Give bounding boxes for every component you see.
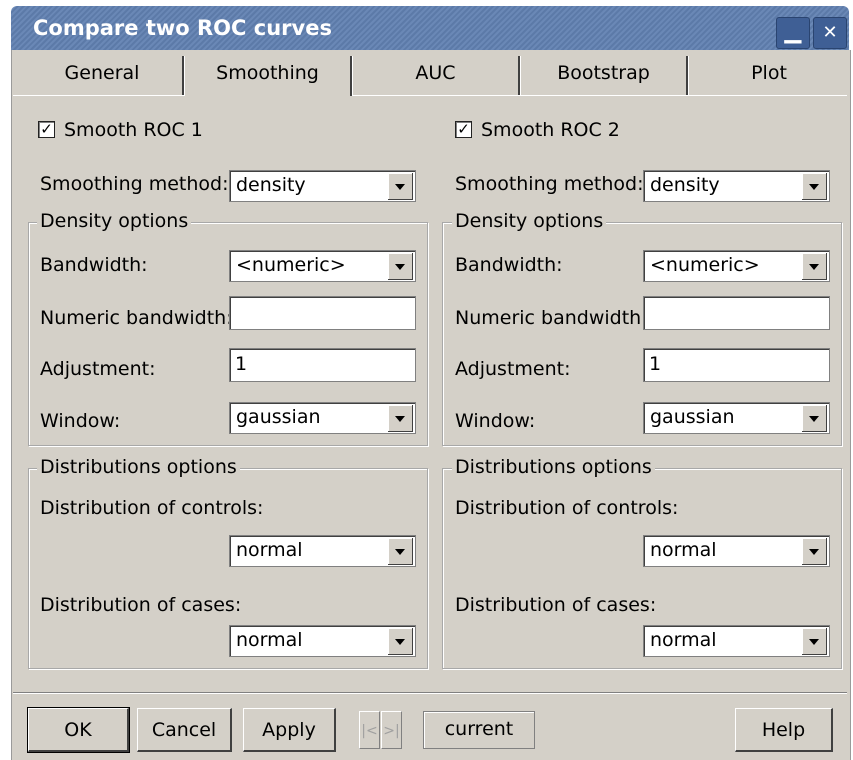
- smoothing-method-label-1: Smoothing method:: [40, 173, 229, 195]
- ok-button[interactable]: OK: [27, 707, 130, 753]
- window-label-2: Window:: [455, 410, 536, 432]
- chevron-down-icon[interactable]: [802, 253, 827, 280]
- smooth-roc1-label: Smooth ROC 1: [64, 119, 203, 141]
- window-label-1: Window:: [40, 410, 121, 432]
- bandwidth-select-1[interactable]: <numeric>: [229, 250, 416, 282]
- adjustment-label-1: Adjustment:: [40, 358, 156, 380]
- adjustment-field-2[interactable]: 1: [643, 348, 830, 382]
- help-button[interactable]: Help: [735, 708, 833, 752]
- numeric-bandwidth-label-1: Numeric bandwidth:: [40, 307, 233, 329]
- bandwidth-label-2: Bandwidth:: [455, 254, 563, 276]
- bandwidth-label-1: Bandwidth:: [40, 254, 148, 276]
- chevron-down-icon[interactable]: [388, 173, 413, 200]
- chevron-down-icon[interactable]: [388, 628, 413, 655]
- cases-distribution-label-1: Distribution of cases:: [40, 594, 242, 616]
- chevron-down-icon[interactable]: [388, 253, 413, 280]
- cases-distribution-label-2: Distribution of cases:: [455, 594, 657, 616]
- chevron-down-icon[interactable]: [388, 538, 413, 565]
- smooth-roc2-checkbox[interactable]: ✓: [455, 121, 472, 138]
- distributions-options-title-2: Distributions options: [452, 456, 655, 478]
- window-title: Compare two ROC curves: [33, 16, 332, 40]
- tab-bootstrap[interactable]: Bootstrap: [521, 53, 686, 96]
- smoothing-method-select-2[interactable]: density: [643, 170, 830, 202]
- controls-distribution-select-1[interactable]: normal: [229, 535, 416, 567]
- compare-roc-dialog-window: Compare two ROC curves ▁ ✕ General Smoot…: [0, 0, 853, 760]
- window-select-1[interactable]: gaussian: [229, 402, 416, 434]
- footer-separator: [13, 692, 847, 693]
- tab-smoothing[interactable]: Smoothing: [186, 53, 349, 96]
- numeric-bandwidth-field-2[interactable]: [643, 296, 830, 330]
- density-options-title-2: Density options: [452, 210, 607, 232]
- tab-divider: [182, 56, 185, 96]
- chevron-down-icon[interactable]: [802, 628, 827, 655]
- controls-distribution-label-1: Distribution of controls:: [40, 497, 264, 519]
- smooth-roc1-checkbox[interactable]: ✓: [38, 121, 55, 138]
- controls-distribution-label-2: Distribution of controls:: [455, 497, 679, 519]
- next-page-icon[interactable]: >|: [381, 711, 402, 749]
- window-select-2[interactable]: gaussian: [643, 402, 830, 434]
- minimize-icon[interactable]: ▁: [776, 17, 810, 49]
- tab-divider: [686, 56, 689, 96]
- smoothing-method-label-2: Smoothing method:: [455, 173, 644, 195]
- density-options-title-1: Density options: [37, 210, 192, 232]
- current-page-indicator: current: [423, 711, 535, 749]
- tab-underline: [352, 95, 847, 96]
- first-page-icon[interactable]: |<: [359, 711, 380, 749]
- cases-distribution-select-1[interactable]: normal: [229, 625, 416, 657]
- tab-general[interactable]: General: [22, 53, 182, 96]
- title-bar[interactable]: Compare two ROC curves ▁ ✕: [11, 6, 849, 50]
- apply-button[interactable]: Apply: [243, 708, 336, 752]
- chevron-down-icon[interactable]: [388, 405, 413, 432]
- tab-auc[interactable]: AUC: [353, 53, 518, 96]
- controls-distribution-select-2[interactable]: normal: [643, 535, 830, 567]
- cases-distribution-select-2[interactable]: normal: [643, 625, 830, 657]
- smooth-roc2-label: Smooth ROC 2: [481, 119, 620, 141]
- distributions-options-title-1: Distributions options: [37, 456, 240, 478]
- numeric-bandwidth-label-2: Numeric bandwidth:: [455, 307, 648, 329]
- bandwidth-select-2[interactable]: <numeric>: [643, 250, 830, 282]
- smoothing-method-select-1[interactable]: density: [229, 170, 416, 202]
- adjustment-label-2: Adjustment:: [455, 358, 571, 380]
- close-icon[interactable]: ✕: [813, 17, 847, 49]
- numeric-bandwidth-field-1[interactable]: [229, 296, 416, 330]
- chevron-down-icon[interactable]: [802, 405, 827, 432]
- adjustment-field-1[interactable]: 1: [229, 348, 416, 382]
- chevron-down-icon[interactable]: [802, 173, 827, 200]
- cancel-button[interactable]: Cancel: [137, 708, 232, 752]
- chevron-down-icon[interactable]: [802, 538, 827, 565]
- tab-underline: [13, 95, 185, 96]
- tab-plot[interactable]: Plot: [690, 53, 848, 96]
